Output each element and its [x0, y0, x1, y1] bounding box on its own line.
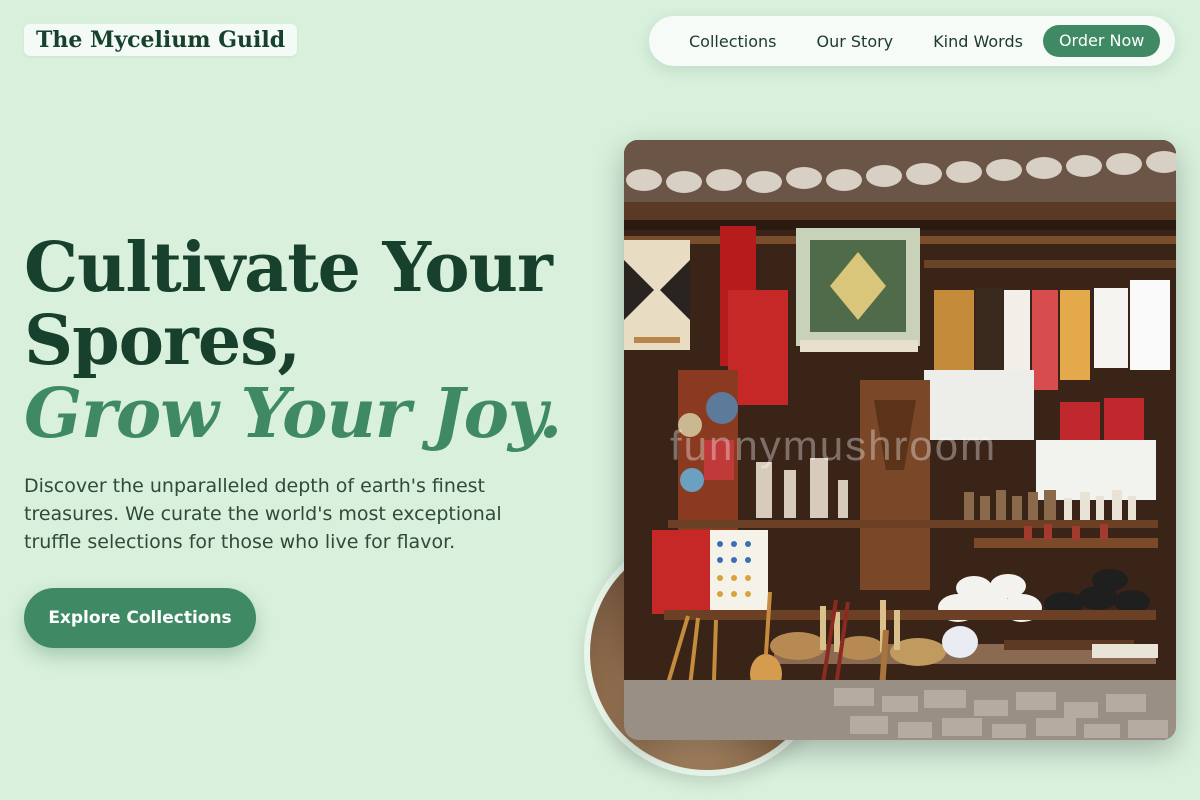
nav-link-kind-words[interactable]: Kind Words [913, 32, 1043, 51]
explore-collections-button[interactable]: Explore Collections [24, 588, 256, 648]
hero-market-photo: funnymushroom [624, 140, 1176, 740]
image-watermark: funnymushroom [670, 422, 997, 469]
nav-link-our-story[interactable]: Our Story [796, 32, 913, 51]
nav-link-collections[interactable]: Collections [669, 32, 796, 51]
hero-headline-line1: Cultivate Your [24, 228, 553, 308]
brand-logo[interactable]: The Mycelium Guild [24, 24, 298, 56]
top-nav: Collections Our Story Kind Words Order N… [649, 16, 1175, 66]
hero-headline-line2: Spores, [24, 301, 301, 381]
hero-description: Discover the unparalleled depth of earth… [24, 475, 502, 553]
hero-headline-accent: Grow Your Joy. [24, 374, 562, 454]
order-now-button[interactable]: Order Now [1042, 25, 1161, 57]
hero-headline: Cultivate Your Spores, Grow Your Joy. [24, 228, 562, 454]
